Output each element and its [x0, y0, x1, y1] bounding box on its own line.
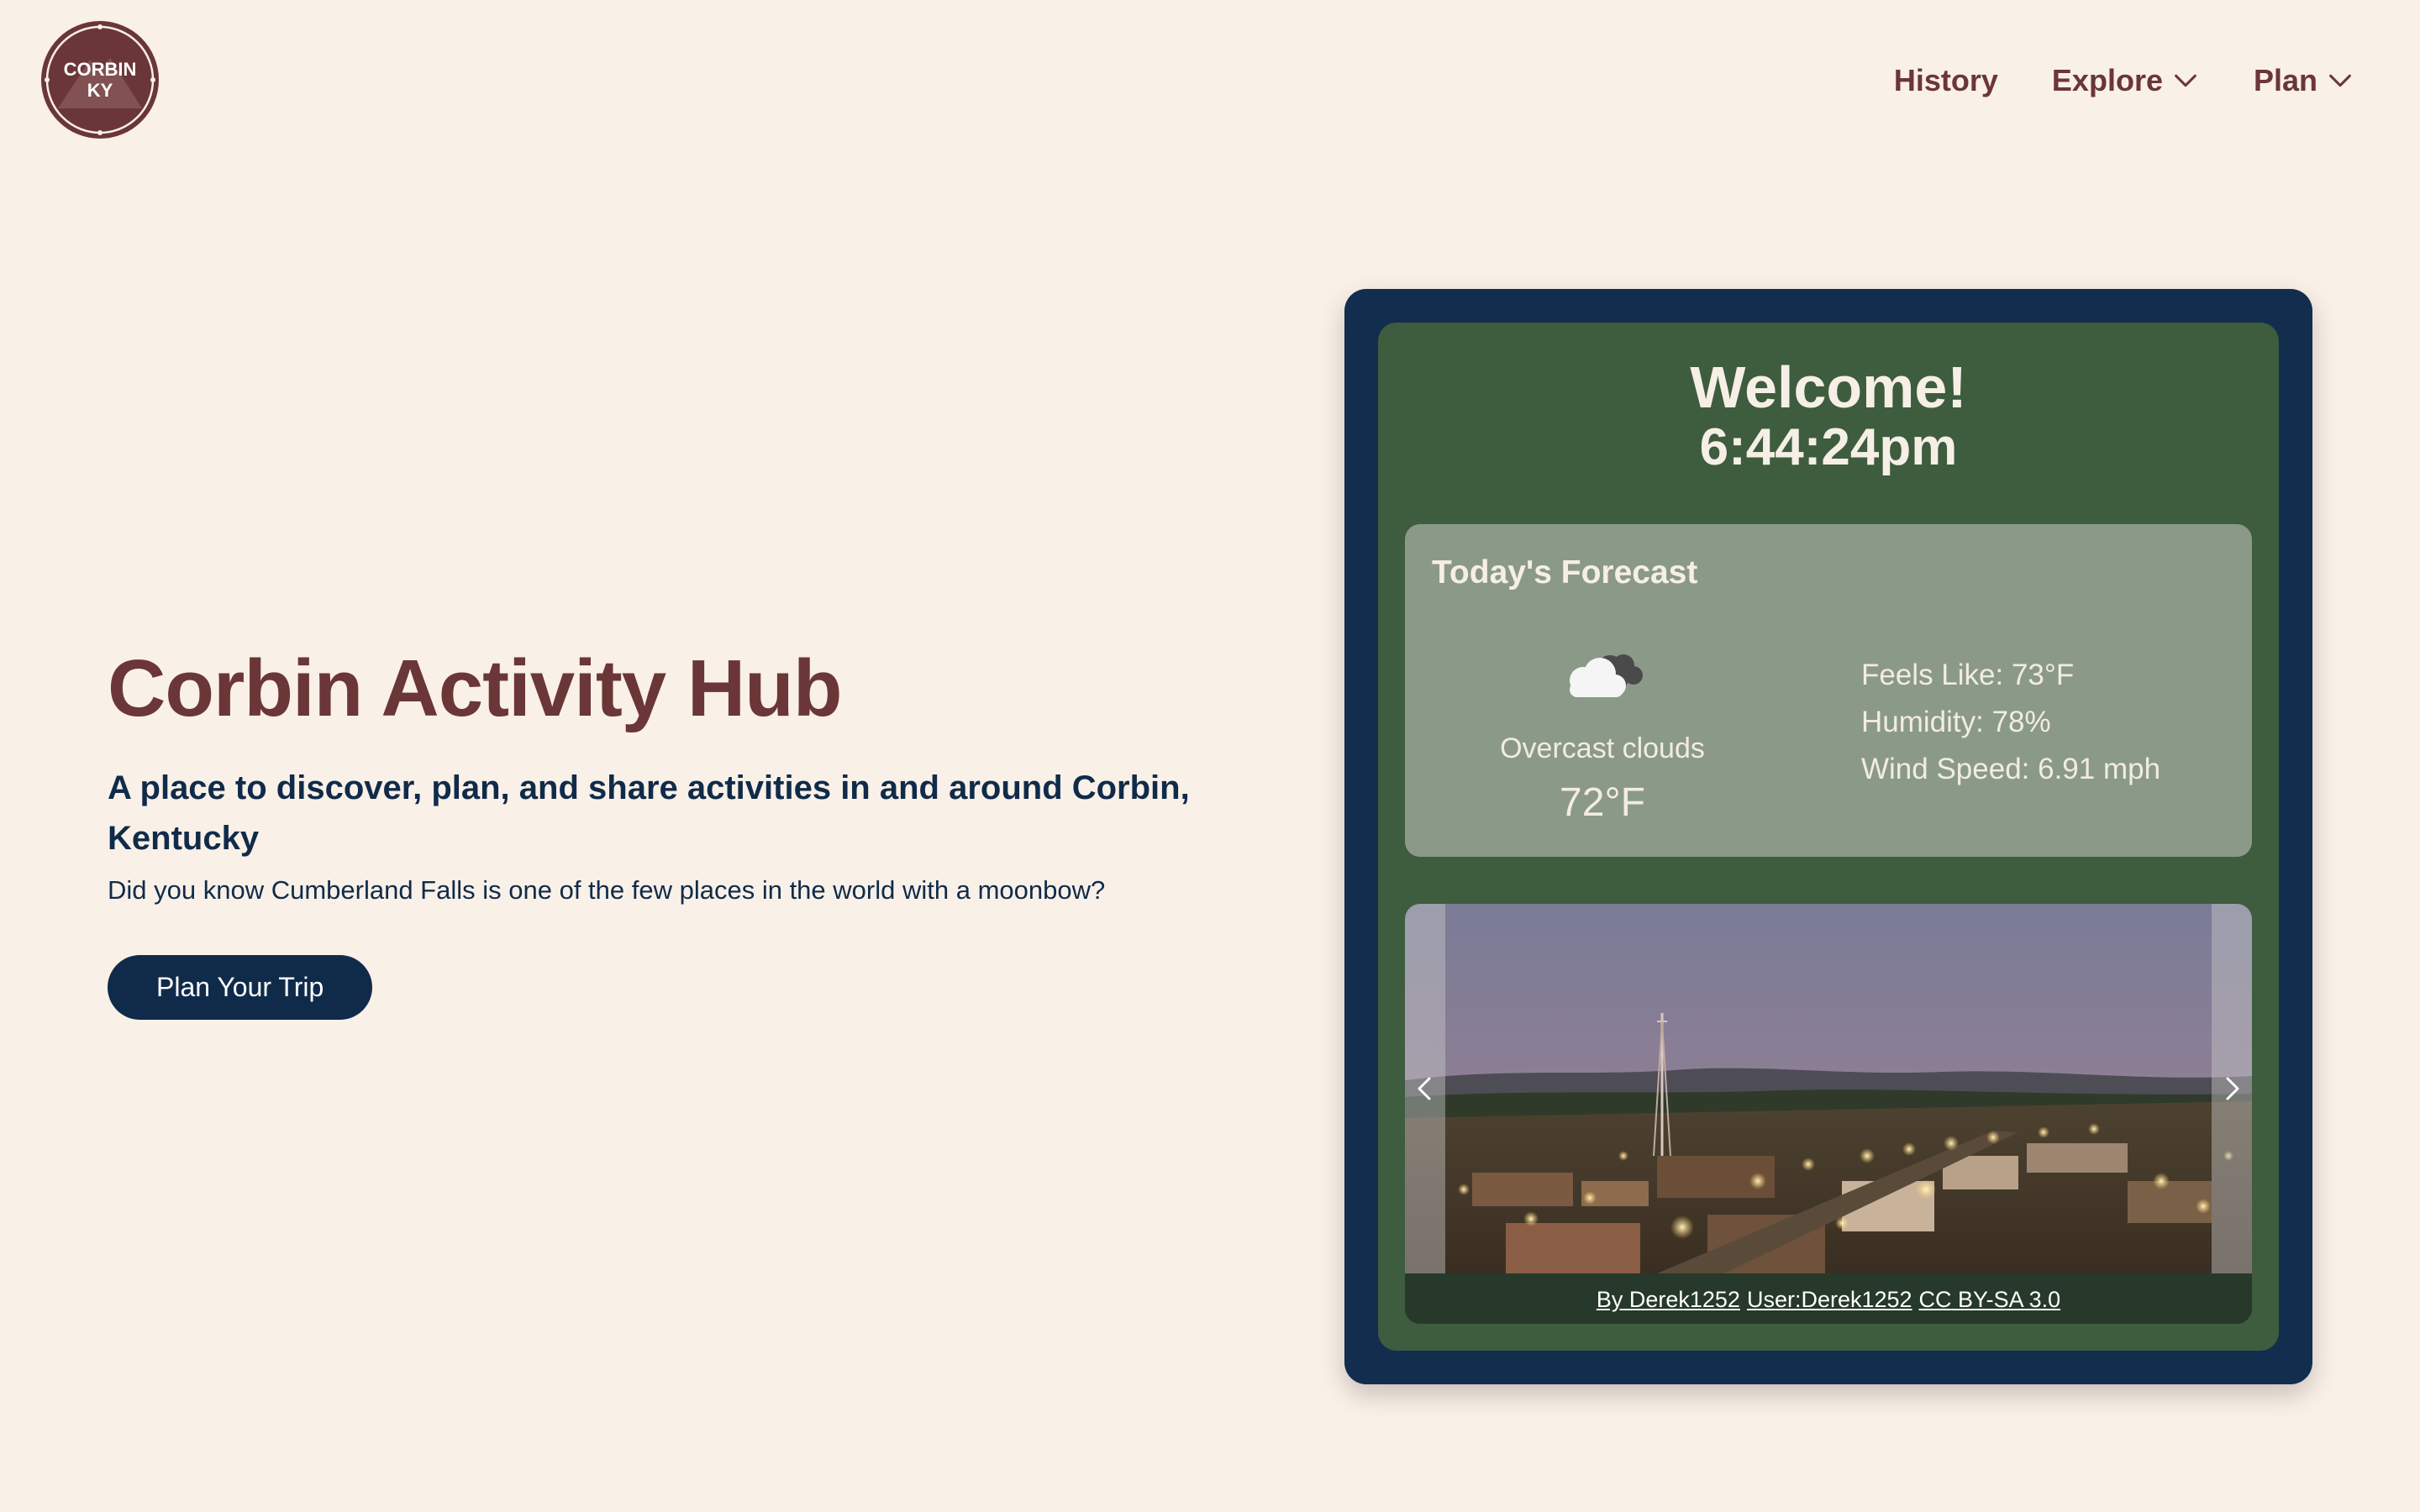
hero-fun-fact: Did you know Cumberland Falls is one of …: [108, 875, 1106, 905]
carousel-photo-corbin-at-dusk: [1405, 904, 2252, 1273]
weather-details: Feels Like: 73°F Humidity: 78% Wind Spee…: [1861, 652, 2160, 793]
nav-item-label: Explore: [2051, 63, 2163, 97]
plan-your-trip-button[interactable]: Plan Your Trip: [108, 955, 373, 1020]
nav-item-explore[interactable]: Explore: [2052, 63, 2200, 98]
chevron-down-icon: [2175, 74, 2196, 87]
chevron-down-icon: [2329, 74, 2351, 87]
site-logo[interactable]: CORBIN KY: [39, 19, 160, 140]
current-time: 6:44:24pm: [1699, 418, 1958, 476]
chevron-left-icon: [1418, 1077, 1431, 1100]
wind-speed: Wind Speed: 6.91 mph: [1861, 753, 2161, 785]
chevron-right-icon: [2226, 1077, 2239, 1100]
welcome-widget-panel: Welcome! 6:44:24pm Today's Forecast Over…: [1378, 323, 2279, 1351]
photo-credit: By Derek1252 User:Derek1252 CC BY-SA 3.0: [1405, 1275, 2252, 1324]
nav-item-label: History: [1893, 63, 1998, 97]
logo-text-line1: CORBIN: [64, 59, 137, 80]
logo-text-line2: KY: [87, 80, 113, 101]
current-temperature: 72°F: [1560, 780, 1645, 825]
welcome-heading: Welcome!: [1690, 354, 1967, 420]
weather-condition: Overcast clouds: [1500, 732, 1705, 764]
photo-credit-license-link[interactable]: CC BY-SA 3.0: [1919, 1287, 2061, 1313]
nav-item-plan[interactable]: Plan: [2254, 63, 2354, 98]
carousel-prev-button[interactable]: [1405, 904, 1445, 1273]
hero-subtitle: A place to discover, plan, and share act…: [108, 769, 1190, 857]
photo-credit-author-link[interactable]: By Derek1252: [1597, 1287, 1740, 1313]
photo-carousel: By Derek1252 User:Derek1252 CC BY-SA 3.0: [1405, 904, 2252, 1324]
carousel-next-button[interactable]: [2212, 904, 2252, 1273]
cloud-icon: [1570, 654, 1643, 697]
hero-section: Corbin Activity Hub A place to discover,…: [108, 638, 1234, 1020]
nav-item-history[interactable]: History: [1894, 63, 1998, 98]
humidity: Humidity: 78%: [1861, 706, 2051, 738]
photo-credit-user-link[interactable]: User:Derek1252: [1747, 1287, 1912, 1313]
main-nav: History Explore Plan: [1894, 59, 2354, 102]
nav-item-label: Plan: [2253, 63, 2317, 97]
page-title: Corbin Activity Hub: [108, 643, 842, 733]
logo-emblem: CORBIN KY: [41, 21, 159, 139]
forecast-title: Today's Forecast: [1432, 554, 1698, 591]
welcome-widget: Welcome! 6:44:24pm Today's Forecast Over…: [1344, 289, 2312, 1384]
feels-like: Feels Like: 73°F: [1861, 659, 2075, 691]
forecast-card: Today's Forecast Overcast clouds 72°F Fe…: [1405, 524, 2252, 857]
